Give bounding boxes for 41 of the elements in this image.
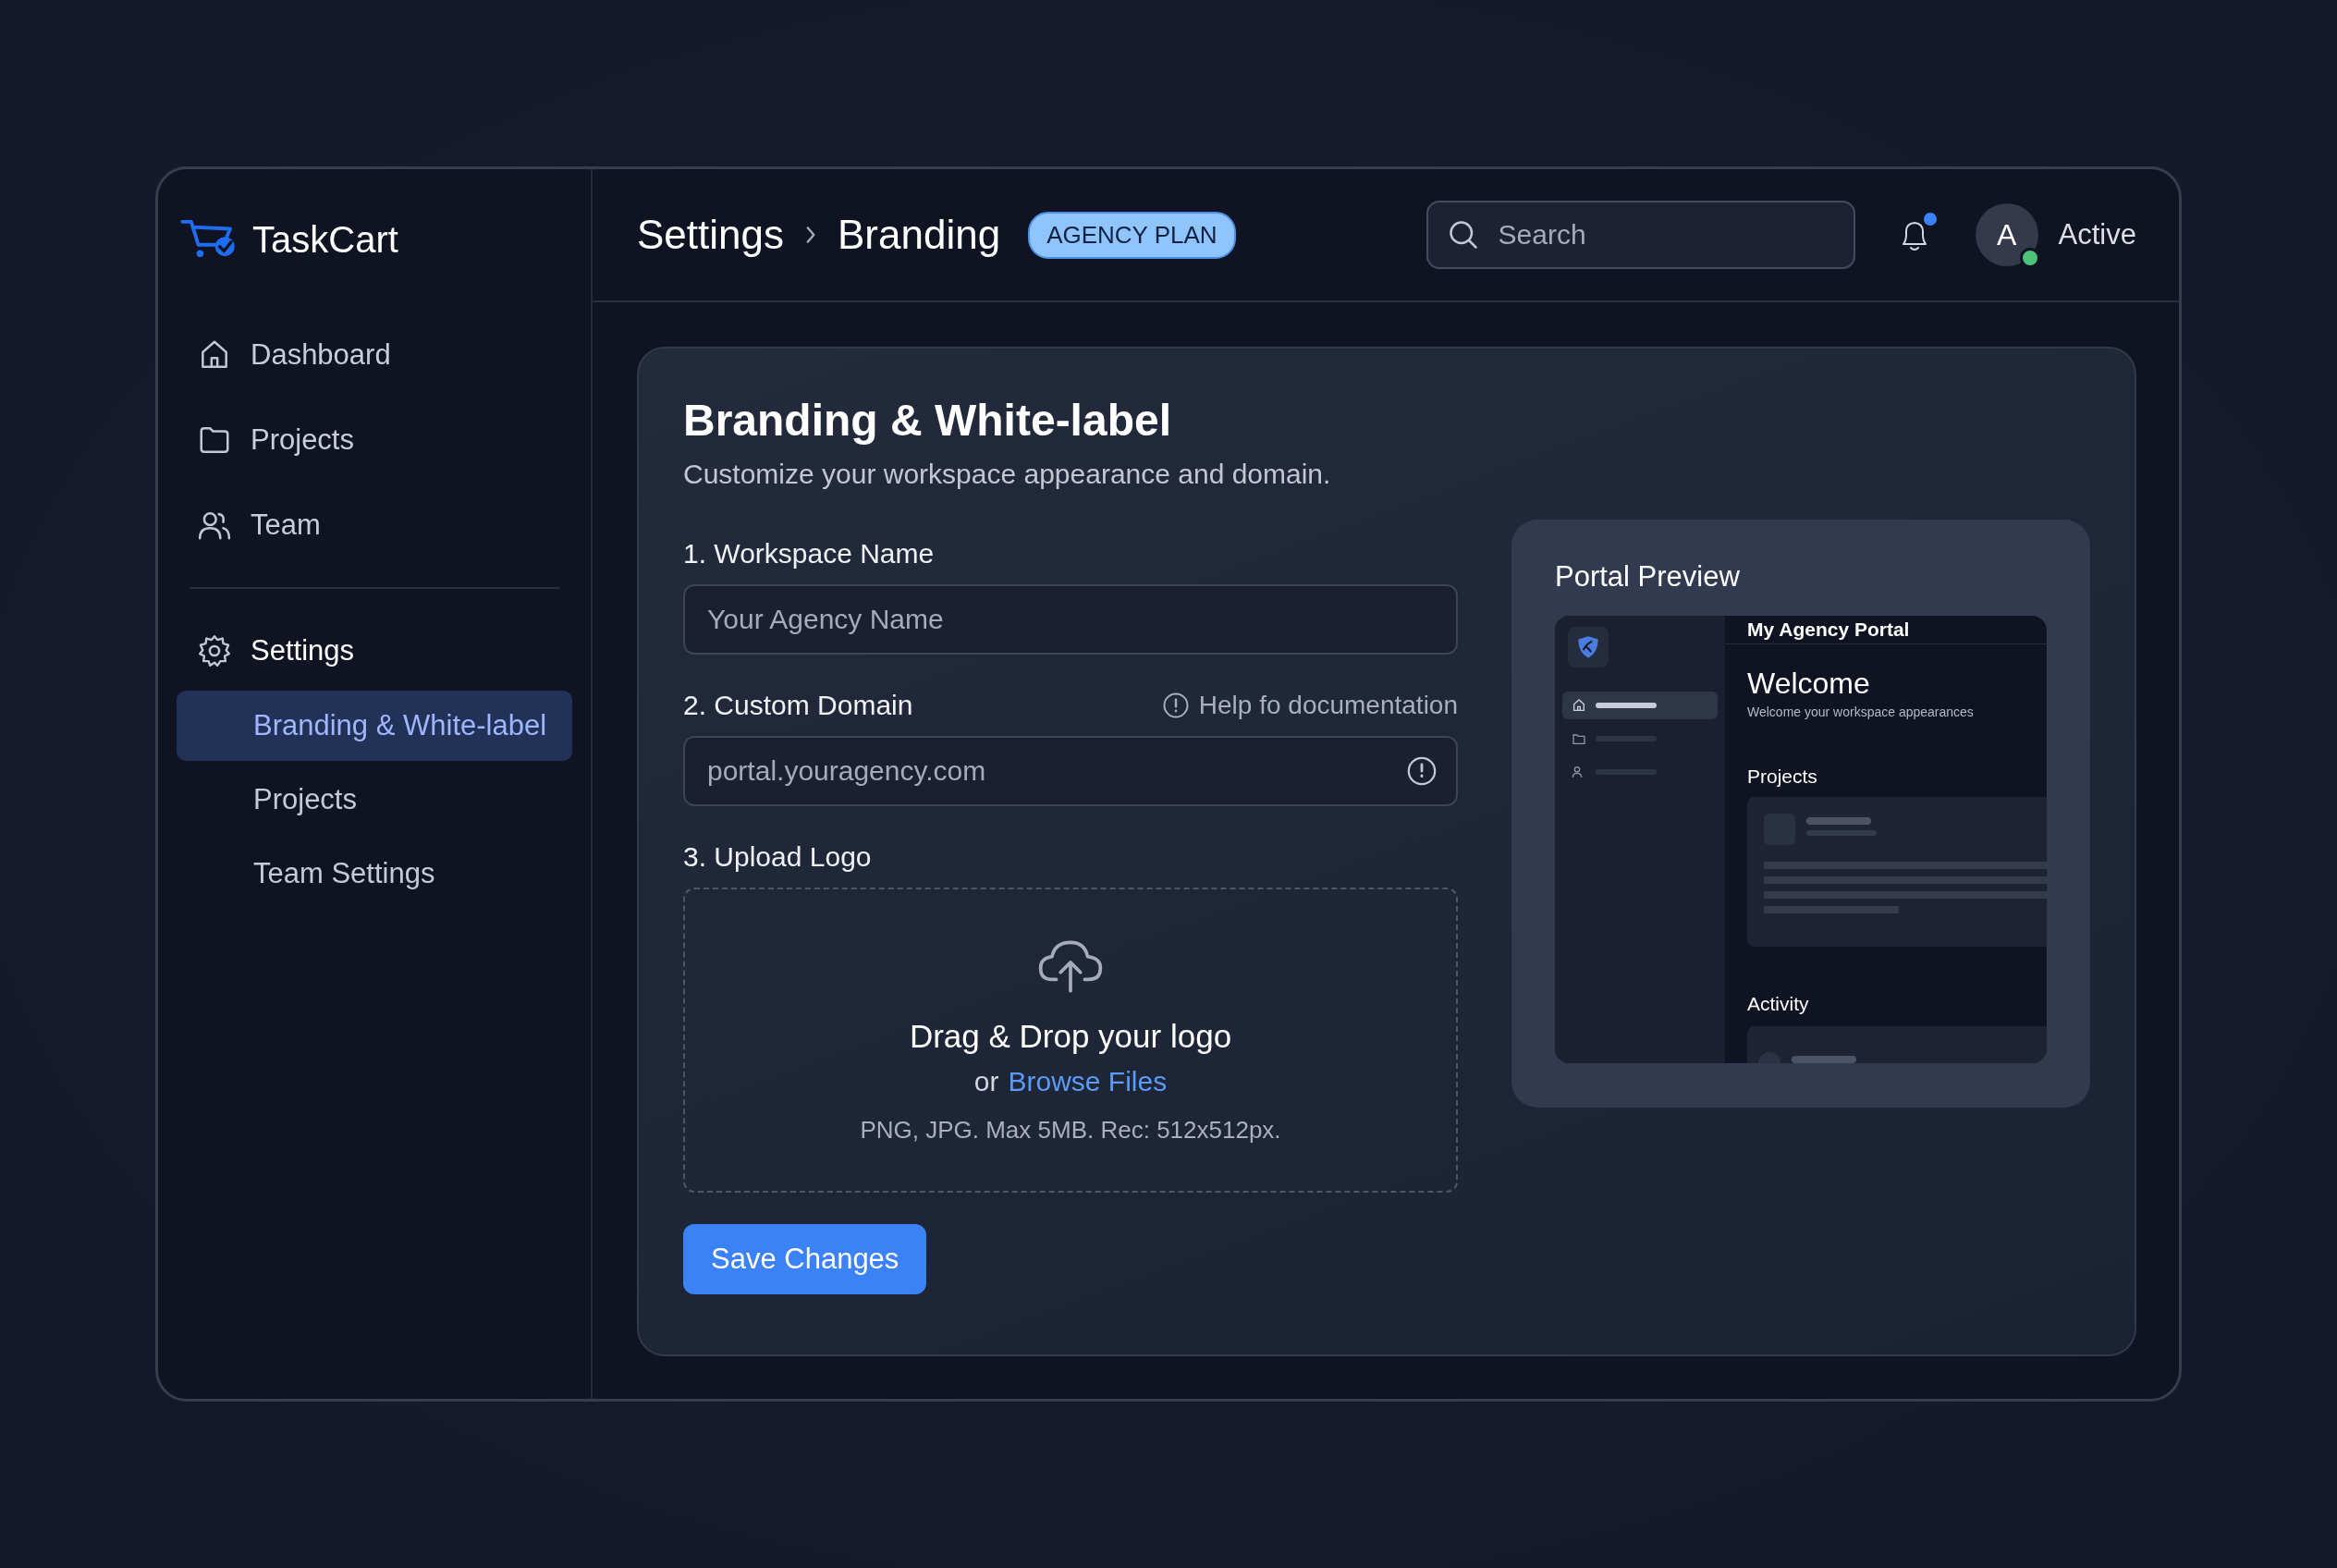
field-label: 1. Workspace Name bbox=[683, 538, 936, 570]
browse-files-link[interactable]: Browse Files bbox=[1008, 1065, 1168, 1097]
nav-item[interactable]: Dashboard bbox=[177, 315, 572, 395]
settings-subnav-item[interactable]: Projects bbox=[177, 765, 572, 835]
settings-subnav-item[interactable]: Branding & White-label bbox=[177, 691, 572, 761]
breadcrumb-item[interactable]: Settings bbox=[637, 212, 784, 258]
breadcrumb-item: Branding bbox=[838, 212, 1001, 258]
section-heading: Projects bbox=[1747, 766, 1818, 788]
file-hint: PNG, JPG. Max 5MB. Rec: 512x512px. bbox=[860, 1115, 1281, 1145]
status-label: Active bbox=[2058, 218, 2136, 251]
input-field[interactable]: Your Agency Name bbox=[683, 584, 1458, 655]
card-title: Branding & White-label bbox=[683, 395, 1172, 446]
portal-title: My Agency Portal bbox=[1747, 619, 1910, 641]
nav-item[interactable]: Projects bbox=[177, 400, 572, 480]
save-button[interactable]: Save Changes bbox=[683, 1224, 927, 1294]
field-label: 3. Upload Logo bbox=[683, 841, 873, 873]
settings-subnav-item[interactable]: Team Settings bbox=[177, 839, 572, 909]
plan-badge: AGENCY PLAN bbox=[1028, 211, 1236, 259]
field-label: 2. Custom Domain bbox=[683, 690, 913, 721]
home-icon bbox=[1572, 698, 1586, 713]
help-link[interactable]: Help fo documentation bbox=[1161, 691, 1458, 720]
card-subtitle: Customize your workspace appearance and domain. bbox=[683, 459, 1332, 490]
dropzone-title: Drag & Drop your logo bbox=[909, 1017, 1232, 1055]
or-text: or bbox=[973, 1065, 999, 1097]
brand-name: TaskCart bbox=[252, 218, 398, 261]
info-icon bbox=[1406, 755, 1438, 787]
nav-item[interactable]: Team bbox=[177, 485, 572, 565]
chevron-right-icon bbox=[804, 225, 817, 245]
shield-logo-icon bbox=[1568, 627, 1609, 668]
upload-dropzone[interactable]: Drag & Drop your logo or Browse Files PNG, JPG. Max 5MB. Rec: 512x512px. bbox=[683, 888, 1458, 1193]
settings-icon bbox=[197, 633, 232, 668]
section-heading: Activity bbox=[1747, 993, 1810, 1015]
settings-nav-item[interactable]: Settings bbox=[177, 611, 572, 691]
input-field[interactable]: portal.youragency.com bbox=[683, 736, 1458, 806]
avatar[interactable]: A bbox=[1975, 203, 2038, 266]
welcome-subtitle: Welcome your workspace appearances bbox=[1747, 704, 1975, 719]
preview-title: Portal Preview bbox=[1555, 560, 1741, 594]
info-icon bbox=[1161, 692, 1190, 719]
search-field[interactable]: Search bbox=[1425, 201, 1855, 269]
folder-icon bbox=[1572, 731, 1586, 746]
welcome-heading: Welcome bbox=[1747, 667, 1871, 701]
